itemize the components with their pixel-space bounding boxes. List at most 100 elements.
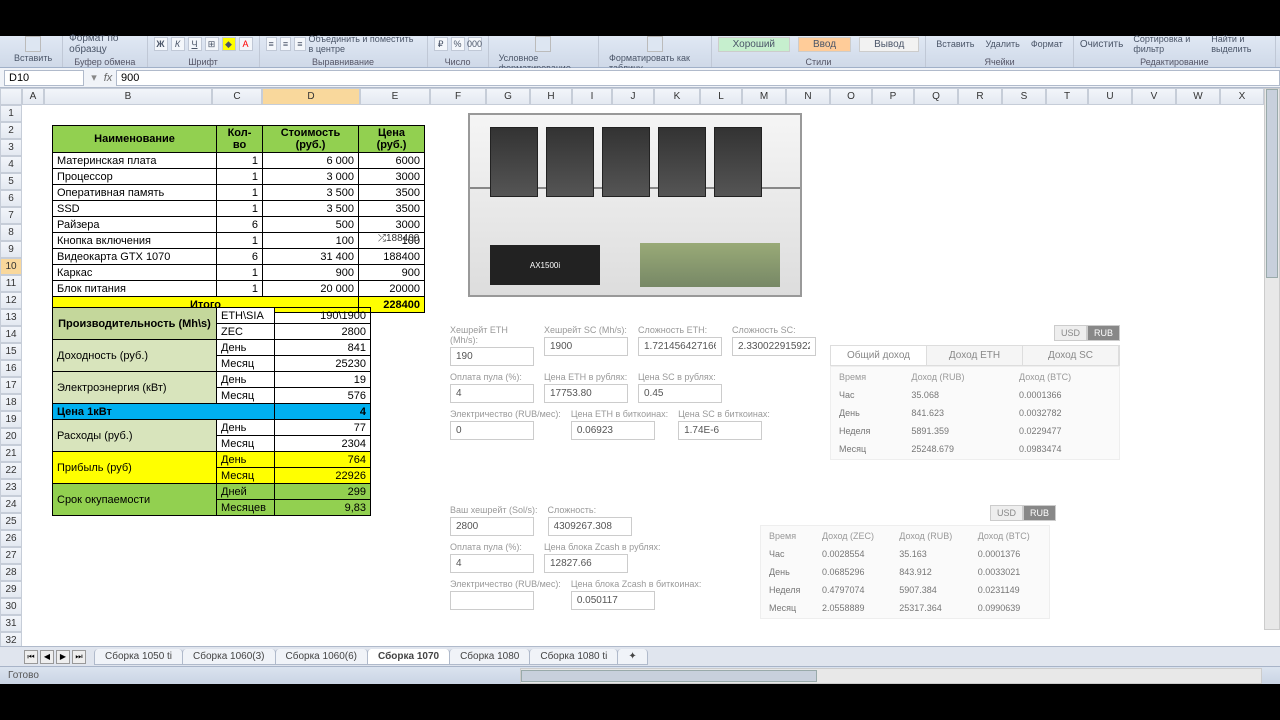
col-header-R[interactable]: R — [958, 88, 1002, 105]
comma-button[interactable]: 000 — [468, 37, 482, 51]
sheet-tab[interactable]: Сборка 1080 — [449, 649, 530, 665]
border-button[interactable]: ⊞ — [205, 37, 219, 51]
row-header-12[interactable]: 12 — [0, 292, 22, 309]
align-center[interactable]: ≡ — [280, 37, 291, 51]
align-right[interactable]: ≡ — [294, 37, 305, 51]
row-header-9[interactable]: 9 — [0, 241, 22, 258]
col-header-G[interactable]: G — [486, 88, 530, 105]
row-header-30[interactable]: 30 — [0, 598, 22, 615]
fill-color-button[interactable]: ◆ — [222, 37, 236, 51]
col-header-P[interactable]: P — [872, 88, 914, 105]
vertical-scrollbar[interactable] — [1264, 88, 1280, 630]
col-header-C[interactable]: C — [212, 88, 262, 105]
col-header-I[interactable]: I — [572, 88, 612, 105]
tab-nav-last[interactable]: ⏭ — [72, 650, 86, 664]
row-header-15[interactable]: 15 — [0, 343, 22, 360]
find-select[interactable]: Найти и выделить — [1207, 34, 1269, 54]
col-header-Q[interactable]: Q — [914, 88, 958, 105]
style-output[interactable]: Вывод — [859, 37, 919, 52]
row-header-24[interactable]: 24 — [0, 496, 22, 513]
name-box[interactable] — [4, 70, 84, 86]
col-header-H[interactable]: H — [530, 88, 572, 105]
mining-rig-image: AX1500i — [460, 105, 810, 305]
horizontal-scrollbar[interactable] — [520, 668, 1262, 684]
sheet-tab[interactable]: Сборка 1060(3) — [182, 649, 275, 665]
row-header-19[interactable]: 19 — [0, 411, 22, 428]
col-header-B[interactable]: B — [44, 88, 212, 105]
row-header-23[interactable]: 23 — [0, 479, 22, 496]
font-color-button[interactable]: A — [239, 37, 253, 51]
sheet-tab[interactable]: Сборка 1070 — [367, 649, 450, 665]
tab-nav-prev[interactable]: ◀ — [40, 650, 54, 664]
paste-button[interactable]: Вставить — [10, 36, 56, 63]
style-good[interactable]: Хороший — [718, 37, 790, 52]
col-header-V[interactable]: V — [1132, 88, 1176, 105]
row-header-3[interactable]: 3 — [0, 139, 22, 156]
row-header-21[interactable]: 21 — [0, 445, 22, 462]
format-cells[interactable]: Формат — [1027, 39, 1067, 49]
clear-button[interactable]: Очистить — [1080, 39, 1124, 50]
sheet-tab[interactable]: Сборка 1050 ti — [94, 649, 183, 665]
col-header-F[interactable]: F — [430, 88, 486, 105]
merge-button[interactable]: Объединить и поместить в центре — [309, 34, 421, 54]
row-header-16[interactable]: 16 — [0, 360, 22, 377]
col-header-L[interactable]: L — [700, 88, 742, 105]
bold-button[interactable]: Ж — [154, 37, 168, 51]
row-header-22[interactable]: 22 — [0, 462, 22, 479]
col-header-A[interactable]: A — [22, 88, 44, 105]
row-header-14[interactable]: 14 — [0, 326, 22, 343]
col-header-X[interactable]: X — [1220, 88, 1264, 105]
zec-calculator: Ваш хешрейт (Sol/s):Сложность: Оплата пу… — [450, 505, 1056, 619]
col-header-K[interactable]: K — [654, 88, 700, 105]
row-header-7[interactable]: 7 — [0, 207, 22, 224]
percent-button[interactable]: % — [451, 37, 465, 51]
row-header-31[interactable]: 31 — [0, 615, 22, 632]
tab-nav-next[interactable]: ▶ — [56, 650, 70, 664]
sheet-tab[interactable]: Сборка 1060(6) — [275, 649, 368, 665]
worksheet-grid[interactable]: ABCDEFGHIJKLMNOPQRSTUVWX 123456789101112… — [0, 88, 1280, 646]
currency-button[interactable]: ₽ — [434, 37, 448, 51]
row-header-25[interactable]: 25 — [0, 513, 22, 530]
row-header-17[interactable]: 17 — [0, 377, 22, 394]
fx-icon[interactable]: fx — [100, 72, 116, 84]
col-header-S[interactable]: S — [1002, 88, 1046, 105]
ribbon: Вставить Формат по образцу Буфер обмена … — [0, 36, 1280, 68]
row-header-28[interactable]: 28 — [0, 564, 22, 581]
row-header-11[interactable]: 11 — [0, 275, 22, 292]
eth-calculator: Хешрейт ETH (Mh/s):Хешрейт SC (Mh/s):Сло… — [450, 325, 1056, 460]
row-header-27[interactable]: 27 — [0, 547, 22, 564]
col-header-W[interactable]: W — [1176, 88, 1220, 105]
row-header-8[interactable]: 8 — [0, 224, 22, 241]
row-header-13[interactable]: 13 — [0, 309, 22, 326]
sort-filter[interactable]: Сортировка и фильтр — [1129, 34, 1201, 54]
row-header-4[interactable]: 4 — [0, 156, 22, 173]
row-header-5[interactable]: 5 — [0, 173, 22, 190]
col-header-D[interactable]: D — [262, 88, 360, 105]
insert-cells[interactable]: Вставить — [932, 39, 978, 49]
delete-cells[interactable]: Удалить — [981, 39, 1023, 49]
row-header-18[interactable]: 18 — [0, 394, 22, 411]
col-header-E[interactable]: E — [360, 88, 430, 105]
format-painter[interactable]: Формат по образцу — [69, 33, 140, 55]
style-input[interactable]: Ввод — [798, 37, 851, 52]
col-header-T[interactable]: T — [1046, 88, 1088, 105]
row-header-29[interactable]: 29 — [0, 581, 22, 598]
align-left[interactable]: ≡ — [266, 37, 277, 51]
row-header-20[interactable]: 20 — [0, 428, 22, 445]
sheet-tab[interactable]: Сборка 1080 ti — [529, 649, 618, 665]
col-header-U[interactable]: U — [1088, 88, 1132, 105]
italic-button[interactable]: К — [171, 37, 185, 51]
row-header-10[interactable]: 10 — [0, 258, 22, 275]
col-header-O[interactable]: O — [830, 88, 872, 105]
row-header-26[interactable]: 26 — [0, 530, 22, 547]
underline-button[interactable]: Ч — [188, 37, 202, 51]
col-header-J[interactable]: J — [612, 88, 654, 105]
row-header-6[interactable]: 6 — [0, 190, 22, 207]
formula-input[interactable] — [116, 70, 1280, 86]
col-header-N[interactable]: N — [786, 88, 830, 105]
tab-nav-first[interactable]: ⏮ — [24, 650, 38, 664]
row-header-2[interactable]: 2 — [0, 122, 22, 139]
row-header-1[interactable]: 1 — [0, 105, 22, 122]
row-header-32[interactable]: 32 — [0, 632, 22, 646]
col-header-M[interactable]: M — [742, 88, 786, 105]
